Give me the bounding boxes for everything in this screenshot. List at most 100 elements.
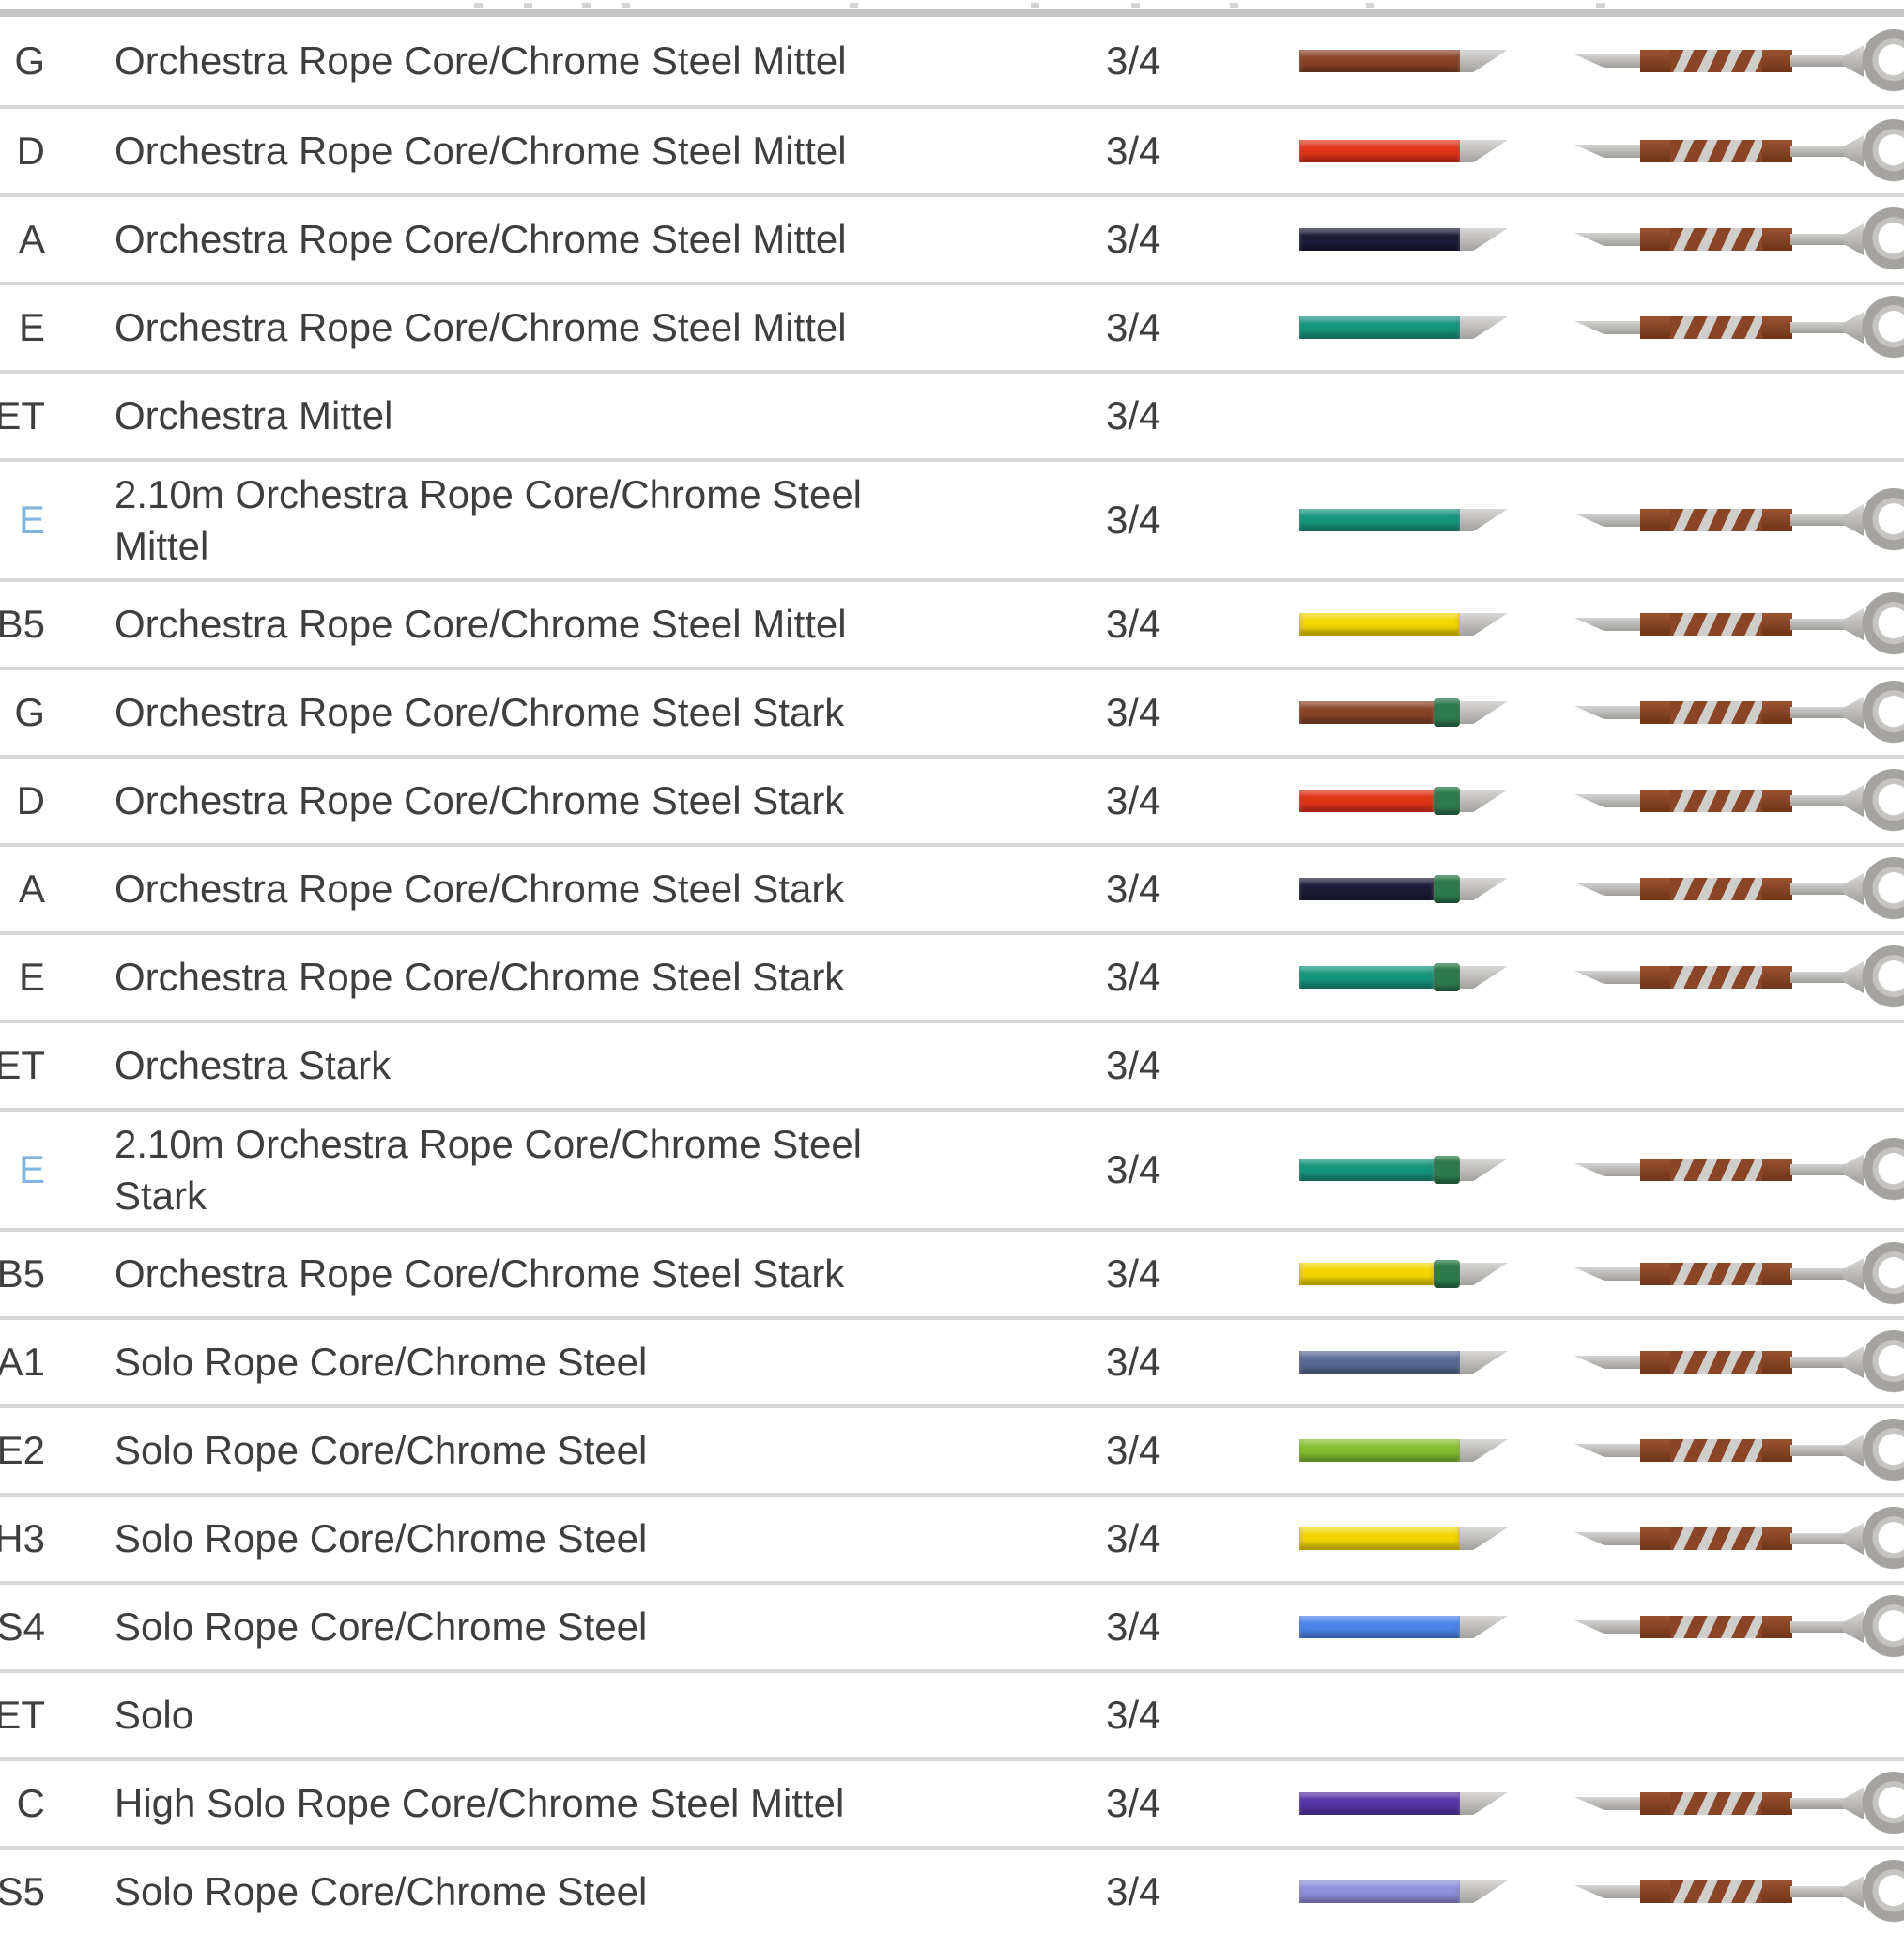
table-row[interactable]: D Orchestra Rope Core/Chrome Steel Stark… [0, 755, 1904, 843]
string-ball-end-icon [1574, 944, 1904, 1010]
stark-end-cap [1434, 963, 1460, 991]
table-row[interactable]: A Orchestra Rope Core/Chrome Steel Mitte… [0, 193, 1904, 282]
product-description: Solo Rope Core/Chrome Steel [115, 1424, 647, 1476]
table-row[interactable]: E Orchestra Rope Core/Chrome Steel Stark… [0, 931, 1904, 1020]
winding-stripes [1670, 1159, 1762, 1181]
table-row[interactable]: A1 Solo Rope Core/Chrome Steel 3/4 [0, 1316, 1904, 1404]
stark-end-cap [1434, 875, 1460, 903]
chip-cell [1299, 47, 1574, 75]
icon-cell [1574, 582, 1904, 667]
icon-cell [1574, 1112, 1904, 1228]
string-shaft [1790, 55, 1845, 67]
table-row[interactable]: E 2.10m Orchestra Rope Core/Chrome Steel… [0, 458, 1904, 578]
winding-block [1640, 1792, 1670, 1815]
code-cell: E [0, 1112, 49, 1228]
string-color-chip [1299, 1613, 1508, 1641]
table-row[interactable]: B5 Orchestra Rope Core/Chrome Steel Mitt… [0, 578, 1904, 667]
chip-cell [1299, 1525, 1574, 1553]
winding-stripes [1670, 1792, 1762, 1815]
string-color-chip [1299, 1525, 1508, 1553]
string-color-chip [1299, 787, 1508, 815]
product-description: Orchestra Mittel [115, 390, 392, 441]
description-cell: Orchestra Rope Core/Chrome Steel Stark [49, 686, 1106, 738]
winding-block [1640, 701, 1670, 724]
description-cell: High Solo Rope Core/Chrome Steel Mittel [49, 1777, 1106, 1829]
winding-stripes [1670, 50, 1762, 72]
table-row[interactable]: G Orchestra Rope Core/Chrome Steel Mitte… [0, 17, 1904, 105]
silk-winding [1640, 1159, 1792, 1181]
silk-winding [1640, 878, 1792, 900]
size-cell: 3/4 [1106, 602, 1299, 647]
table-row[interactable]: H3 Solo Rope Core/Chrome Steel 3/4 [0, 1493, 1904, 1581]
silk-winding [1640, 613, 1792, 636]
string-shaft [1790, 514, 1845, 526]
table-row[interactable]: A Orchestra Rope Core/Chrome Steel Stark… [0, 843, 1904, 931]
chip-color-bar [1299, 966, 1434, 989]
table-row[interactable]: E2 Solo Rope Core/Chrome Steel 3/4 [0, 1404, 1904, 1493]
product-description: Orchestra Rope Core/Chrome Steel Mittel [115, 35, 847, 86]
ball-end-ring [1862, 1595, 1904, 1659]
chip-color-bar [1299, 1351, 1460, 1374]
size-cell: 3/4 [1106, 129, 1299, 174]
string-shaft [1790, 234, 1845, 245]
code-cell: B5 [0, 1232, 49, 1316]
winding-block [1762, 1159, 1792, 1181]
code-cell: E [0, 462, 49, 578]
chip-gray-tip [1460, 1439, 1508, 1462]
chip-cell [1299, 1789, 1574, 1818]
code-cell: B5 [0, 582, 49, 667]
table-row[interactable]: SET Solo 3/4 [0, 1669, 1904, 1757]
loop-flare [1843, 1611, 1864, 1643]
product-code: E [19, 955, 49, 1000]
table-row[interactable]: D Orchestra Rope Core/Chrome Steel Mitte… [0, 105, 1904, 193]
loop-flare [1843, 697, 1864, 729]
winding-block [1640, 790, 1670, 812]
chip-cell [1299, 1260, 1574, 1288]
product-description: Orchestra Rope Core/Chrome Steel Stark [115, 775, 844, 826]
winding-stripes [1670, 140, 1762, 162]
table-row[interactable]: FIS4 Solo Rope Core/Chrome Steel 3/4 [0, 1581, 1904, 1669]
clipped-text-fragment [1230, 3, 1238, 8]
product-code[interactable]: E [19, 1147, 49, 1192]
string-shaft [1790, 1357, 1845, 1368]
chip-color-bar [1299, 1263, 1434, 1285]
description-cell: Orchestra Rope Core/Chrome Steel Stark [49, 775, 1106, 826]
size-value: 3/4 [1106, 1147, 1160, 1191]
stark-end-cap [1434, 1260, 1460, 1288]
product-description: Orchestra Rope Core/Chrome Steel Mittel [115, 598, 847, 650]
product-code: A1 [0, 1340, 49, 1385]
table-row[interactable]: E 2.10m Orchestra Rope Core/Chrome Steel… [0, 1108, 1904, 1228]
table-row[interactable]: CIS5 Solo Rope Core/Chrome Steel 3/4 [0, 1846, 1904, 1934]
size-value: 3/4 [1106, 1428, 1160, 1472]
table-row[interactable]: C High Solo Rope Core/Chrome Steel Mitte… [0, 1757, 1904, 1846]
icon-cell [1574, 1673, 1904, 1757]
table-row[interactable]: G Orchestra Rope Core/Chrome Steel Stark… [0, 667, 1904, 755]
description-cell: Solo [49, 1689, 1106, 1741]
winding-block [1640, 1880, 1670, 1903]
winding-stripes [1670, 1616, 1762, 1638]
table-row[interactable]: B5 Orchestra Rope Core/Chrome Steel Star… [0, 1228, 1904, 1316]
winding-stripes [1670, 878, 1762, 900]
product-code[interactable]: E [19, 498, 49, 543]
string-tip [1574, 54, 1642, 68]
string-ball-end-icon [1574, 1241, 1904, 1307]
chip-cell [1299, 1156, 1574, 1184]
string-tip [1574, 1885, 1642, 1898]
size-cell: 3/4 [1106, 1781, 1299, 1826]
chip-cell [1299, 314, 1574, 342]
winding-block [1762, 701, 1792, 724]
table-row[interactable]: SET Orchestra Mittel 3/4 [0, 370, 1904, 458]
string-ball-end-icon [1574, 1859, 1904, 1925]
stark-end-cap [1434, 787, 1460, 815]
clipped-text-fragment [850, 3, 858, 8]
winding-stripes [1670, 966, 1762, 989]
size-cell: 3/4 [1106, 867, 1299, 912]
icon-cell [1574, 1497, 1904, 1581]
string-tip [1574, 1267, 1642, 1281]
description-cell: Orchestra Rope Core/Chrome Steel Stark [49, 951, 1106, 1003]
product-code: E [19, 305, 49, 350]
table-row[interactable]: SET Orchestra Stark 3/4 [0, 1020, 1904, 1108]
description-cell: Solo Rope Core/Chrome Steel [49, 1601, 1106, 1652]
string-tip [1574, 321, 1642, 334]
table-row[interactable]: E Orchestra Rope Core/Chrome Steel Mitte… [0, 282, 1904, 370]
